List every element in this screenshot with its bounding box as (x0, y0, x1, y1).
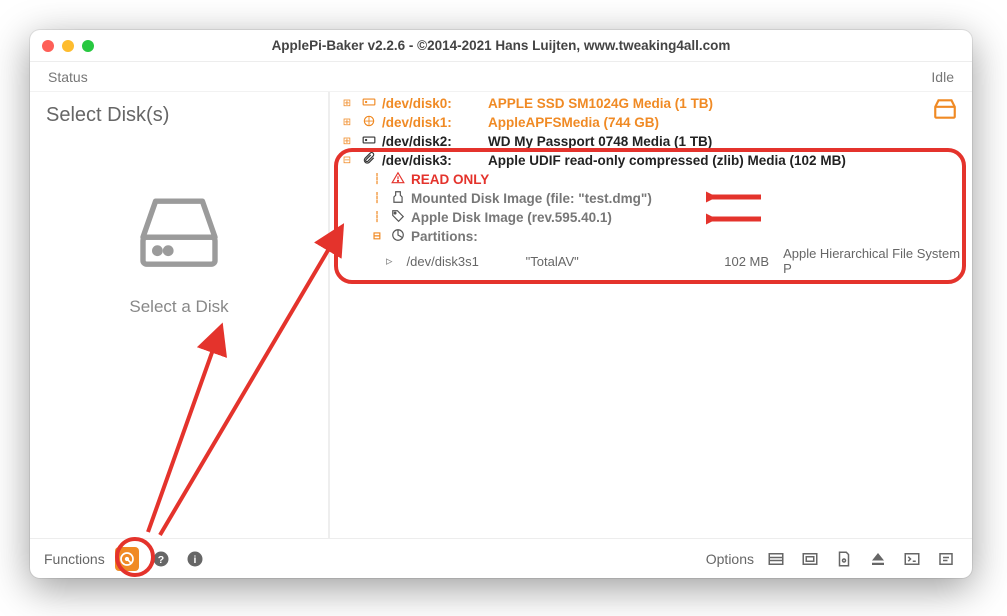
disk-drop-zone[interactable]: Select a Disk (46, 135, 312, 534)
functions-group: Functions ? i (44, 547, 207, 571)
disk-device: /dev/disk3: (382, 153, 482, 168)
warning-icon (390, 171, 405, 188)
imagerev-label: Apple Disk Image (rev.595.40.1) (411, 210, 612, 225)
tag-icon (390, 209, 405, 226)
traffic-lights (42, 40, 94, 52)
expand-icon[interactable]: ▹ (386, 253, 393, 269)
disk-desc: Apple UDIF read-only compressed (zlib) M… (488, 153, 846, 168)
help-button[interactable]: ? (149, 547, 173, 571)
expand-icon[interactable]: ⊞ (338, 117, 356, 128)
partition-name: "TotalAV" (526, 254, 688, 269)
disk-desc: APPLE SSD SM1024G Media (1 TB) (488, 96, 713, 111)
disk3-partitions-header: ⊟ Partitions: (334, 227, 964, 246)
volume-icon (362, 114, 376, 131)
zoom-icon[interactable] (82, 40, 94, 52)
functions-label: Functions (44, 551, 105, 567)
option-file-button[interactable] (832, 547, 856, 571)
disk-type-icon (932, 96, 958, 125)
partition-device: /dev/disk3s1 (407, 254, 512, 269)
partition-icon (390, 228, 405, 245)
disk-device: /dev/disk2: (382, 134, 482, 149)
status-value: Idle (931, 69, 954, 85)
partition-fs: Apple Hierarchical File System P (783, 246, 964, 276)
disk3-readonly: ┆ READ ONLY (334, 170, 964, 189)
expand-icon[interactable]: ⊞ (338, 98, 356, 109)
close-icon[interactable] (42, 40, 54, 52)
svg-text:i: i (193, 553, 196, 565)
disk-device: /dev/disk1: (382, 115, 482, 130)
disk3-mounted: ┆ Mounted Disk Image (file: "test.dmg") (334, 189, 964, 208)
disk-row-disk3[interactable]: ⊟ /dev/disk3: Apple UDIF read-only compr… (334, 151, 964, 170)
mounted-icon (390, 190, 405, 207)
footer-toolbar: Functions ? i Options (30, 538, 972, 578)
option-eject-button[interactable] (866, 547, 890, 571)
disk-drive-icon (134, 185, 224, 275)
status-bar: Status Idle (30, 62, 972, 92)
titlebar: ApplePi-Baker v2.2.6 - ©2014-2021 Hans L… (30, 30, 972, 62)
status-label: Status (48, 69, 88, 85)
storage-icon (362, 95, 376, 112)
disk3-partition-row[interactable]: ▹ /dev/disk3s1 "TotalAV" 102 MB Apple Hi… (334, 246, 964, 276)
option-detailed-view-button[interactable] (764, 547, 788, 571)
collapse-icon[interactable]: ⊟ (338, 155, 356, 166)
attachment-icon (362, 152, 376, 169)
select-disk-heading: Select Disk(s) (46, 104, 312, 127)
partition-size: 102 MB (702, 254, 769, 269)
options-group: Options (706, 547, 958, 571)
svg-text:?: ? (157, 553, 163, 565)
disk-row-disk0[interactable]: ⊞ /dev/disk0: APPLE SSD SM1024G Media (1… (334, 94, 964, 113)
select-disk-panel: Select Disk(s) Select a Disk (30, 92, 330, 538)
options-label: Options (706, 551, 754, 567)
minimize-icon[interactable] (62, 40, 74, 52)
option-frame-button[interactable] (798, 547, 822, 571)
main-body: Select Disk(s) Select a Disk (30, 92, 972, 538)
storage-icon (362, 133, 376, 150)
app-window: ApplePi-Baker v2.2.6 - ©2014-2021 Hans L… (30, 30, 972, 578)
expand-icon[interactable]: ⊞ (338, 136, 356, 147)
readonly-label: READ ONLY (411, 172, 489, 187)
disk-list-panel: ⊞ /dev/disk0: APPLE SSD SM1024G Media (1… (330, 92, 972, 538)
disk-row-disk1[interactable]: ⊞ /dev/disk1: AppleAPFSMedia (744 GB) (334, 113, 964, 132)
option-terminal-button[interactable] (900, 547, 924, 571)
disk-desc: AppleAPFSMedia (744 GB) (488, 115, 659, 130)
disk-device: /dev/disk0: (382, 96, 482, 111)
disk-desc: WD My Passport 0748 Media (1 TB) (488, 134, 712, 149)
option-notes-button[interactable] (934, 547, 958, 571)
mounted-label: Mounted Disk Image (file: "test.dmg") (411, 191, 652, 206)
disk-function-button[interactable] (115, 547, 139, 571)
info-button[interactable]: i (183, 547, 207, 571)
window-title: ApplePi-Baker v2.2.6 - ©2014-2021 Hans L… (30, 38, 972, 53)
partitions-label: Partitions: (411, 229, 478, 244)
disk-row-disk2[interactable]: ⊞ /dev/disk2: WD My Passport 0748 Media … (334, 132, 964, 151)
disk3-imagerev: ┆ Apple Disk Image (rev.595.40.1) (334, 208, 964, 227)
disk-placeholder: Select a Disk (129, 297, 228, 317)
